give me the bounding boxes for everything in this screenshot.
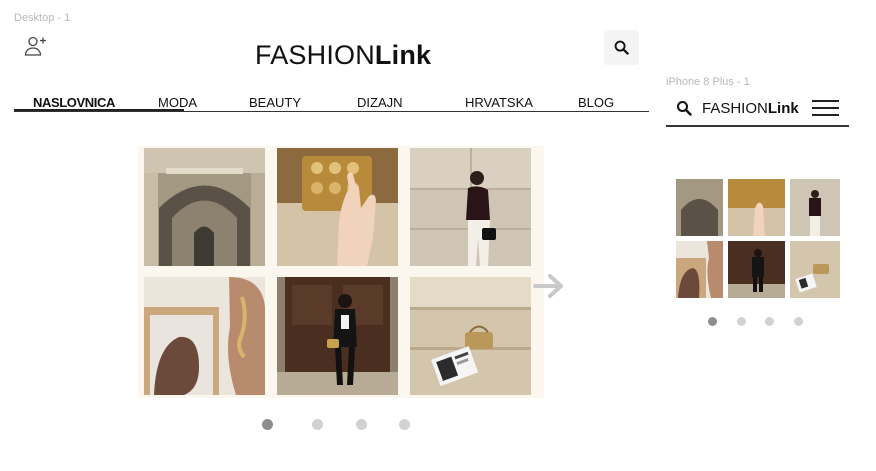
logo-part-fashion: FASHION bbox=[255, 40, 375, 70]
site-logo[interactable]: FASHIONLink bbox=[255, 40, 431, 71]
gallery-photo-hand-doorbells[interactable] bbox=[277, 148, 398, 266]
gallery-photo-woman-door[interactable] bbox=[277, 277, 398, 395]
nav-item-naslovnica[interactable]: NASLOVNICA bbox=[33, 95, 115, 110]
nav-divider bbox=[14, 111, 649, 112]
mobile-site-logo[interactable]: FASHIONLink bbox=[702, 100, 799, 117]
logo-part-link: Link bbox=[374, 40, 432, 70]
gallery-photo-earring-closeup[interactable] bbox=[144, 277, 265, 395]
mobile-search-button[interactable] bbox=[676, 100, 692, 116]
gallery-photo-arched-passage[interactable] bbox=[144, 148, 265, 266]
nav-item-hrvatska[interactable]: HRVATSKA bbox=[465, 95, 533, 110]
mobile-photo-woman-door[interactable] bbox=[728, 241, 785, 298]
mobile-logo-part-fashion: FASHION bbox=[702, 100, 768, 117]
nav-item-moda[interactable]: MODA bbox=[158, 95, 197, 110]
mobile-carousel-dot-4[interactable] bbox=[794, 317, 803, 326]
photo-gallery bbox=[138, 146, 544, 398]
hamburger-menu-icon[interactable] bbox=[812, 100, 839, 116]
search-icon bbox=[614, 40, 629, 55]
add-user-icon[interactable] bbox=[24, 34, 48, 58]
mobile-logo-part-link: Link bbox=[767, 100, 799, 117]
nav-item-dizajn[interactable]: DIZAJN bbox=[357, 95, 403, 110]
mobile-photo-woman-wall[interactable] bbox=[790, 179, 840, 236]
carousel-dot-4[interactable] bbox=[399, 419, 410, 430]
mobile-carousel-dot-1[interactable] bbox=[708, 317, 717, 326]
gallery-next-button[interactable] bbox=[532, 270, 566, 302]
nav-item-beauty[interactable]: BEAUTY bbox=[249, 95, 301, 110]
nav-active-indicator bbox=[14, 109, 184, 111]
mobile-header-divider bbox=[666, 125, 849, 127]
mobile-carousel-dot-2[interactable] bbox=[737, 317, 746, 326]
mobile-photo-hand-doorbells[interactable] bbox=[728, 179, 785, 236]
carousel-dot-1[interactable] bbox=[262, 419, 273, 430]
gallery-photo-woman-wall[interactable] bbox=[410, 148, 531, 266]
search-button[interactable] bbox=[604, 30, 639, 65]
gallery-photo-bag-magazine-steps[interactable] bbox=[410, 277, 531, 395]
mobile-carousel-dot-3[interactable] bbox=[765, 317, 774, 326]
mobile-frame-label: iPhone 8 Plus - 1 bbox=[666, 76, 750, 88]
mobile-photo-bag-magazine-steps[interactable] bbox=[790, 241, 840, 298]
search-icon bbox=[677, 101, 692, 116]
mobile-photo-gallery bbox=[675, 178, 841, 299]
mobile-photo-earring-closeup[interactable] bbox=[676, 241, 723, 298]
carousel-dot-2[interactable] bbox=[312, 419, 323, 430]
mobile-photo-arched-passage[interactable] bbox=[676, 179, 723, 236]
carousel-dot-3[interactable] bbox=[356, 419, 367, 430]
desktop-frame-label: Desktop - 1 bbox=[14, 12, 71, 24]
nav-item-blog[interactable]: BLOG bbox=[578, 95, 614, 110]
arrow-right-icon bbox=[533, 274, 563, 298]
